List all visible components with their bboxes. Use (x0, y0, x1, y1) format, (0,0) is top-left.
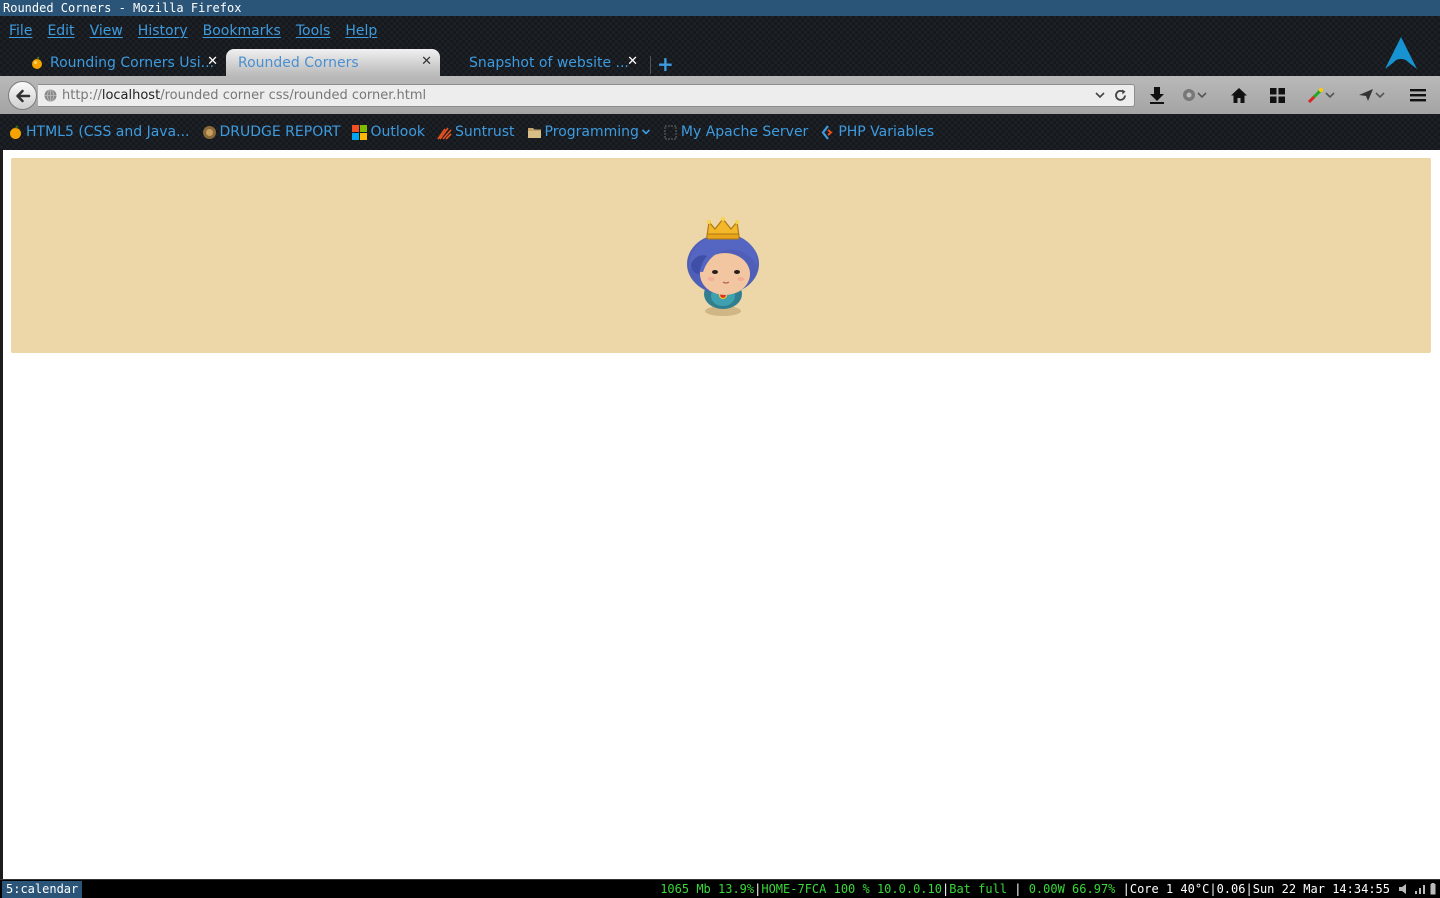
power-status: 0.00W 66.97% (1028, 882, 1116, 896)
signal-icon[interactable] (1414, 883, 1426, 895)
bookmark-my-apache-server[interactable]: My Apache Server (663, 124, 808, 140)
volume-icon[interactable] (1398, 883, 1410, 895)
memory-usage: 1065 Mb 13.9% (660, 882, 755, 896)
windows-icon (352, 124, 368, 140)
separator: | (1115, 882, 1130, 896)
close-tab-icon[interactable]: ✕ (207, 54, 218, 69)
arrow-left-icon (15, 89, 30, 102)
menu-view[interactable]: View (90, 23, 123, 39)
close-tab-icon[interactable]: ✕ (627, 54, 638, 69)
separator: | (1245, 882, 1253, 896)
chevron-down-icon (641, 129, 650, 135)
paper-plane-icon (1359, 89, 1373, 101)
menu-tools[interactable]: Tools (296, 23, 331, 39)
chevron-down-icon (1197, 92, 1207, 99)
separator: | (1007, 882, 1029, 896)
suntrust-icon (437, 127, 452, 140)
bookmark-label: PHP Variables (838, 124, 935, 140)
drudge-icon (202, 125, 216, 139)
url-text[interactable]: http://localhost/rounded corner css/roun… (62, 88, 426, 103)
colorful-addon-button[interactable] (1307, 85, 1336, 105)
menu-help[interactable]: Help (345, 23, 377, 39)
menu-bookmarks[interactable]: Bookmarks (203, 23, 281, 39)
navigation-bar: http://localhost/rounded corner css/roun… (0, 76, 1440, 114)
browser-chrome: File Edit View History Bookmarks Tools H… (0, 16, 1440, 150)
close-tab-icon[interactable]: ✕ (421, 54, 432, 69)
system-info: 1065 Mb 13.9% | HOME-7FCA 100 % 10.0.0.10 |… (660, 880, 1390, 898)
bookmark-drudge-report[interactable]: DRUDGE REPORT (202, 124, 341, 140)
battery-icon[interactable] (1430, 883, 1436, 895)
bookmark-label: Programming (544, 124, 639, 140)
bookmark-label: Suntrust (455, 124, 515, 140)
page-icon (664, 125, 677, 139)
send-addon-button[interactable] (1358, 85, 1386, 105)
tab-strip: Rounding Corners Usi... ✕ Rounded Corner… (0, 46, 1440, 76)
rounded-corner-box (11, 158, 1431, 353)
tab-separator (650, 56, 651, 74)
tab-snapshot-of-website[interactable]: Snapshot of website ... ✕ (456, 49, 646, 76)
url-host: localhost (101, 88, 161, 103)
tab-rounded-corners[interactable]: Rounded Corners ✕ (226, 49, 440, 76)
url-bar[interactable]: http://localhost/rounded corner css/roun… (38, 84, 1135, 107)
window-title: Rounded Corners - Mozilla Firefox (0, 0, 1440, 16)
princess-avatar-image (687, 217, 759, 316)
gear-ball-icon (1183, 89, 1195, 101)
new-tab-button[interactable]: + (657, 52, 674, 76)
back-button[interactable] (8, 81, 37, 110)
url-prefix: http:// (62, 88, 102, 103)
folder-icon (527, 127, 541, 138)
workspace-indicator[interactable]: 5:calendar (2, 881, 83, 898)
reload-icon[interactable] (1113, 88, 1128, 103)
hamburger-menu-icon (1410, 89, 1426, 102)
bookmark-folder-programming[interactable]: Programming (527, 124, 651, 140)
home-icon (1231, 87, 1247, 103)
bookmark-label: My Apache Server (680, 124, 809, 140)
date-time: Sun 22 Mar 14:34:55 (1252, 882, 1390, 896)
php-icon (821, 124, 833, 140)
url-path: /rounded corner css/rounded corner.html (160, 88, 427, 103)
addon-menu-button[interactable] (1182, 85, 1208, 105)
tab-rounding-corners[interactable]: Rounding Corners Usi... ✕ (22, 49, 226, 76)
tab-label: Rounding Corners Usi... (50, 54, 215, 71)
menu-file[interactable]: File (9, 23, 32, 39)
download-button[interactable] (1149, 85, 1165, 105)
chevron-down-icon (1325, 92, 1335, 99)
bookmark-suntrust[interactable]: Suntrust (437, 124, 515, 140)
bookmark-html5[interactable]: HTML5 (CSS and Java... (8, 124, 190, 140)
chevron-down-icon (1375, 92, 1385, 99)
globe-icon (44, 89, 57, 102)
cpu-temp: Core 1 40°C (1129, 882, 1210, 896)
fruit-icon (10, 124, 21, 139)
bookmark-label: HTML5 (CSS and Java... (26, 124, 190, 140)
load-average: 0.06 (1216, 882, 1246, 896)
fruit-icon (32, 55, 42, 69)
page-content (0, 150, 1440, 879)
separator: | (1209, 882, 1217, 896)
bookmark-outlook[interactable]: Outlook (352, 124, 425, 140)
download-arrow-icon (1150, 87, 1164, 104)
tab-label: Rounded Corners (238, 54, 359, 71)
tab-groups-button[interactable] (1269, 85, 1286, 105)
open-menu-button[interactable] (1409, 85, 1427, 105)
system-status-bar: 5:calendar 1065 Mb 13.9% | HOME-7FCA 100 %… (0, 879, 1440, 898)
chevron-down-icon[interactable] (1094, 89, 1106, 101)
menu-bar: File Edit View History Bookmarks Tools H… (0, 16, 392, 46)
menu-edit[interactable]: Edit (47, 23, 74, 39)
menu-history[interactable]: History (138, 23, 188, 39)
tab-label: Snapshot of website ... (469, 54, 629, 71)
battery-status: Bat full (949, 882, 1008, 896)
home-button[interactable] (1230, 85, 1248, 105)
grid-icon (1270, 87, 1285, 103)
network-status: HOME-7FCA 100 % 10.0.0.10 (761, 882, 942, 896)
bookmark-label: Outlook (370, 124, 425, 140)
bookmark-php-variables[interactable]: PHP Variables (820, 124, 934, 140)
paint-brush-icon (1307, 87, 1323, 103)
bookmarks-toolbar: HTML5 (CSS and Java... DRUDGE REPORT Out… (0, 114, 1440, 150)
system-tray (1398, 883, 1436, 895)
bookmark-label: DRUDGE REPORT (219, 124, 341, 140)
